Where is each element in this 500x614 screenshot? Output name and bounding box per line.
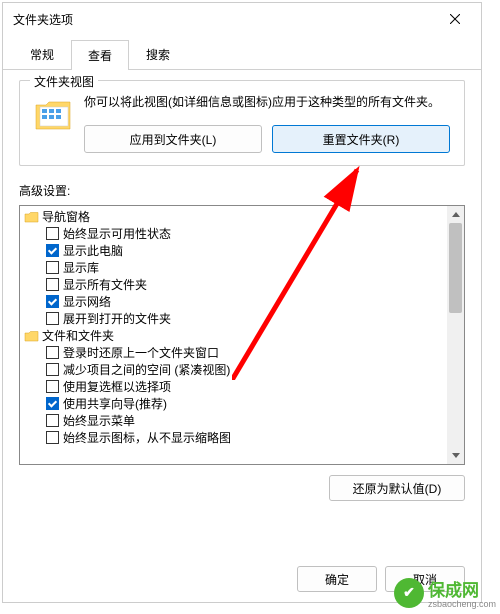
section-label: 导航窗格 (42, 208, 90, 225)
tab-search[interactable]: 搜索 (129, 39, 187, 69)
tab-general[interactable]: 常规 (13, 39, 71, 69)
ok-button[interactable]: 确定 (297, 566, 377, 592)
tabs-bar: 常规 查看 搜索 (3, 35, 481, 70)
group-title: 文件夹视图 (30, 73, 98, 90)
folder-options-dialog: 文件夹选项 常规 查看 搜索 文件夹视图 你可以将此视图(如详细信息或图标)应用… (2, 2, 482, 603)
tree-section: 导航窗格 (20, 208, 447, 225)
tab-view[interactable]: 查看 (71, 40, 129, 70)
checkbox-icon[interactable] (46, 244, 59, 257)
restore-defaults-button[interactable]: 还原为默认值(D) (329, 475, 465, 501)
chevron-down-icon (452, 453, 460, 458)
checkbox-icon[interactable] (46, 278, 59, 291)
tree-item[interactable]: 显示所有文件夹 (20, 276, 447, 293)
checkbox-icon[interactable] (46, 431, 59, 444)
watermark: ✔ 保成网 zsbaocheng.com (394, 576, 496, 609)
tree-item[interactable]: 减少项目之间的空间 (紧凑视图) (20, 361, 447, 378)
titlebar: 文件夹选项 (3, 3, 481, 35)
tree-item[interactable]: 展开到打开的文件夹 (20, 310, 447, 327)
watermark-sub: zsbaocheng.com (428, 599, 496, 609)
folder-icon (24, 210, 39, 224)
checkbox-icon[interactable] (46, 380, 59, 393)
window-title: 文件夹选项 (13, 11, 73, 28)
checkbox-icon[interactable] (46, 312, 59, 325)
scroll-down-button[interactable] (447, 447, 464, 464)
tree-item[interactable]: 显示网络 (20, 293, 447, 310)
advanced-settings-label: 高级设置: (19, 182, 465, 199)
apply-to-folders-button[interactable]: 应用到文件夹(L) (84, 125, 262, 153)
tree-item[interactable]: 始终显示图标，从不显示缩略图 (20, 429, 447, 446)
scrollbar[interactable] (447, 206, 464, 464)
close-icon (450, 14, 460, 24)
folder-icon (24, 329, 39, 343)
settings-tree[interactable]: 导航窗格 始终显示可用性状态 显示此电脑 显示库 显示所有文件夹 显示网络 展开… (20, 206, 447, 464)
checkbox-icon[interactable] (46, 397, 59, 410)
scroll-up-button[interactable] (447, 206, 464, 223)
close-button[interactable] (433, 5, 477, 33)
checkbox-icon[interactable] (46, 227, 59, 240)
watermark-brand: 保成网 (428, 576, 496, 601)
tree-item[interactable]: 显示库 (20, 259, 447, 276)
checkbox-icon[interactable] (46, 414, 59, 427)
folder-view-description: 你可以将此视图(如详细信息或图标)应用于这种类型的所有文件夹。 (84, 93, 450, 111)
tree-item[interactable]: 使用复选框以选择项 (20, 378, 447, 395)
tree-item[interactable]: 使用共享向导(推荐) (20, 395, 447, 412)
chevron-up-icon (452, 212, 460, 217)
checkbox-icon[interactable] (46, 261, 59, 274)
checkbox-icon[interactable] (46, 295, 59, 308)
tree-item[interactable]: 始终显示可用性状态 (20, 225, 447, 242)
watermark-logo-icon: ✔ (394, 578, 424, 608)
reset-folders-button[interactable]: 重置文件夹(R) (272, 125, 450, 153)
advanced-settings-box: 导航窗格 始终显示可用性状态 显示此电脑 显示库 显示所有文件夹 显示网络 展开… (19, 205, 465, 465)
checkbox-icon[interactable] (46, 363, 59, 376)
scroll-track[interactable] (447, 223, 464, 447)
folder-view-icon (34, 97, 74, 133)
checkbox-icon[interactable] (46, 346, 59, 359)
folder-view-group: 文件夹视图 你可以将此视图(如详细信息或图标)应用于这种类型的所有文件夹。 应用… (19, 80, 465, 166)
section-label: 文件和文件夹 (42, 327, 114, 344)
tree-item[interactable]: 显示此电脑 (20, 242, 447, 259)
tree-item[interactable]: 登录时还原上一个文件夹窗口 (20, 344, 447, 361)
tree-item[interactable]: 始终显示菜单 (20, 412, 447, 429)
scroll-thumb[interactable] (449, 223, 462, 313)
tree-section: 文件和文件夹 (20, 327, 447, 344)
content-area: 文件夹视图 你可以将此视图(如详细信息或图标)应用于这种类型的所有文件夹。 应用… (3, 70, 481, 511)
